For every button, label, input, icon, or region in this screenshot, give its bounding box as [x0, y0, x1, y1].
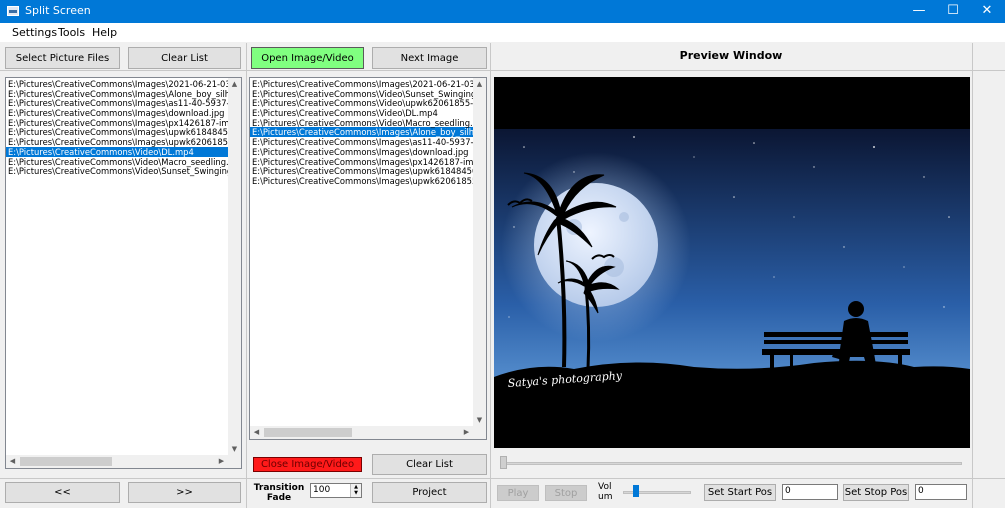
list-item[interactable]: E:\Pictures\CreativeCommons\Images\2021-…	[6, 79, 241, 89]
close-icon[interactable]: ✕	[972, 0, 1002, 23]
scroll-left-icon[interactable]: ◀	[6, 455, 19, 468]
list-item[interactable]: E:\Pictures\CreativeCommons\Images\upwk6…	[250, 166, 486, 176]
spinner-arrows-icon[interactable]: ▲ ▼	[350, 484, 361, 497]
scroll-right-icon[interactable]: ▶	[215, 455, 228, 468]
list-item[interactable]: E:\Pictures\CreativeCommons\Video\Sunset…	[6, 166, 241, 176]
menu-help[interactable]: Help	[92, 26, 117, 39]
next-image-button[interactable]: Next Image	[372, 47, 487, 69]
picture-file-list[interactable]: E:\Pictures\CreativeCommons\Images\2021-…	[5, 77, 242, 469]
transition-fade-input[interactable]: 100 ▲ ▼	[310, 483, 362, 498]
open-image-video-button[interactable]: Open Image/Video	[251, 47, 364, 69]
close-image-video-button[interactable]: Close Image/Video	[253, 457, 362, 472]
list-item[interactable]: E:\Pictures\CreativeCommons\Images\Alone…	[6, 89, 241, 99]
scroll-left-icon[interactable]: ◀	[250, 426, 263, 439]
list-item[interactable]: E:\Pictures\CreativeCommons\Images\upwk6…	[250, 176, 486, 186]
scroll-right-icon[interactable]: ▶	[460, 426, 473, 439]
divider	[0, 478, 1005, 479]
menu-bar: Settings Tools Help	[0, 23, 1005, 42]
divider	[972, 43, 973, 508]
project-button[interactable]: Project	[372, 482, 487, 503]
clear-list-button[interactable]: Clear List	[128, 47, 241, 69]
seek-slider[interactable]	[496, 455, 966, 471]
app-icon	[7, 6, 19, 16]
scroll-up-icon[interactable]: ▲	[473, 78, 486, 91]
horizontal-scrollbar[interactable]: ◀ ▶	[6, 455, 241, 468]
list-item[interactable]: E:\Pictures\CreativeCommons\Images\2021-…	[250, 79, 486, 89]
list-item[interactable]: E:\Pictures\CreativeCommons\Images\downl…	[6, 108, 241, 118]
seek-track	[502, 462, 962, 465]
divider	[490, 43, 491, 508]
minimize-icon[interactable]: —	[904, 0, 934, 23]
stop-button[interactable]: Stop	[545, 485, 587, 501]
horizontal-scrollbar[interactable]: ◀ ▶	[250, 426, 486, 439]
list-item[interactable]: E:\Pictures\CreativeCommons\Images\upwk6…	[6, 137, 241, 147]
file-items: E:\Pictures\CreativeCommons\Images\2021-…	[6, 78, 241, 176]
preview-image: Satya's photography	[494, 77, 970, 448]
list-item[interactable]: E:\Pictures\CreativeCommons\Images\as11-…	[250, 137, 486, 147]
project-file-list[interactable]: E:\Pictures\CreativeCommons\Images\2021-…	[249, 77, 487, 440]
volume-thumb[interactable]	[633, 485, 639, 497]
list-item[interactable]: E:\Pictures\CreativeCommons\Video\DL.mp4	[250, 108, 486, 118]
list-item[interactable]: E:\Pictures\CreativeCommons\Images\Alone…	[250, 127, 486, 137]
preview-window: Satya's photography	[494, 77, 970, 448]
list-item[interactable]: E:\Pictures\CreativeCommons\Images\px142…	[6, 118, 241, 128]
vertical-scrollbar[interactable]: ▲ ▼	[473, 78, 486, 427]
scroll-thumb[interactable]	[20, 457, 112, 466]
list-item[interactable]: E:\Pictures\CreativeCommons\Images\as11-…	[6, 98, 241, 109]
volume-slider[interactable]	[621, 484, 693, 500]
divider	[246, 43, 247, 508]
list-item[interactable]: E:\Pictures\CreativeCommons\Images\px142…	[250, 157, 486, 167]
scroll-thumb[interactable]	[264, 428, 352, 437]
menu-settings[interactable]: Settings	[12, 26, 57, 39]
list-item[interactable]: E:\Pictures\CreativeCommons\Video\DL.mp4	[6, 146, 241, 157]
list-item[interactable]: E:\Pictures\CreativeCommons\Images\downl…	[250, 147, 486, 157]
maximize-icon[interactable]: ☐	[938, 0, 968, 23]
file-items: E:\Pictures\CreativeCommons\Images\2021-…	[250, 78, 486, 186]
set-stop-pos-button[interactable]: Set Stop Pos	[843, 484, 909, 501]
clear-project-list-button[interactable]: Clear List	[372, 454, 487, 475]
list-item[interactable]: E:\Pictures\CreativeCommons\Video\Macro_…	[6, 157, 241, 167]
preview-window-title: Preview Window	[679, 49, 783, 62]
transition-value: 100	[313, 485, 331, 495]
scroll-up-icon[interactable]: ▲	[228, 78, 241, 91]
list-item[interactable]: E:\Pictures\CreativeCommons\Video\upwk62…	[250, 98, 486, 109]
select-picture-files-button[interactable]: Select Picture Files	[5, 47, 120, 69]
list-item[interactable]: E:\Pictures\CreativeCommons\Video\Sunset…	[250, 89, 486, 99]
next-button[interactable]: >>	[128, 482, 241, 503]
start-pos-field[interactable]: 0	[782, 484, 838, 500]
title-bar: Split Screen — ☐ ✕	[0, 0, 1005, 23]
transition-fade-label: Transition Fade	[253, 483, 305, 503]
set-start-pos-button[interactable]: Set Start Pos	[704, 484, 776, 501]
list-item[interactable]: E:\Pictures\CreativeCommons\Video\Macro_…	[250, 118, 486, 128]
play-button[interactable]: Play	[497, 485, 539, 501]
volume-label: Vol um	[598, 482, 613, 502]
window-title: Split Screen	[25, 4, 91, 17]
stop-pos-field[interactable]: 0	[915, 484, 967, 500]
app-window: Split Screen — ☐ ✕ Settings Tools Help S…	[0, 0, 1005, 508]
menu-tools[interactable]: Tools	[58, 26, 85, 39]
seek-thumb[interactable]	[500, 456, 507, 469]
list-item[interactable]: E:\Pictures\CreativeCommons\Images\upwk6…	[6, 127, 241, 138]
vertical-scrollbar[interactable]: ▲ ▼	[228, 78, 241, 456]
divider	[0, 70, 1005, 71]
previous-button[interactable]: <<	[5, 482, 120, 503]
